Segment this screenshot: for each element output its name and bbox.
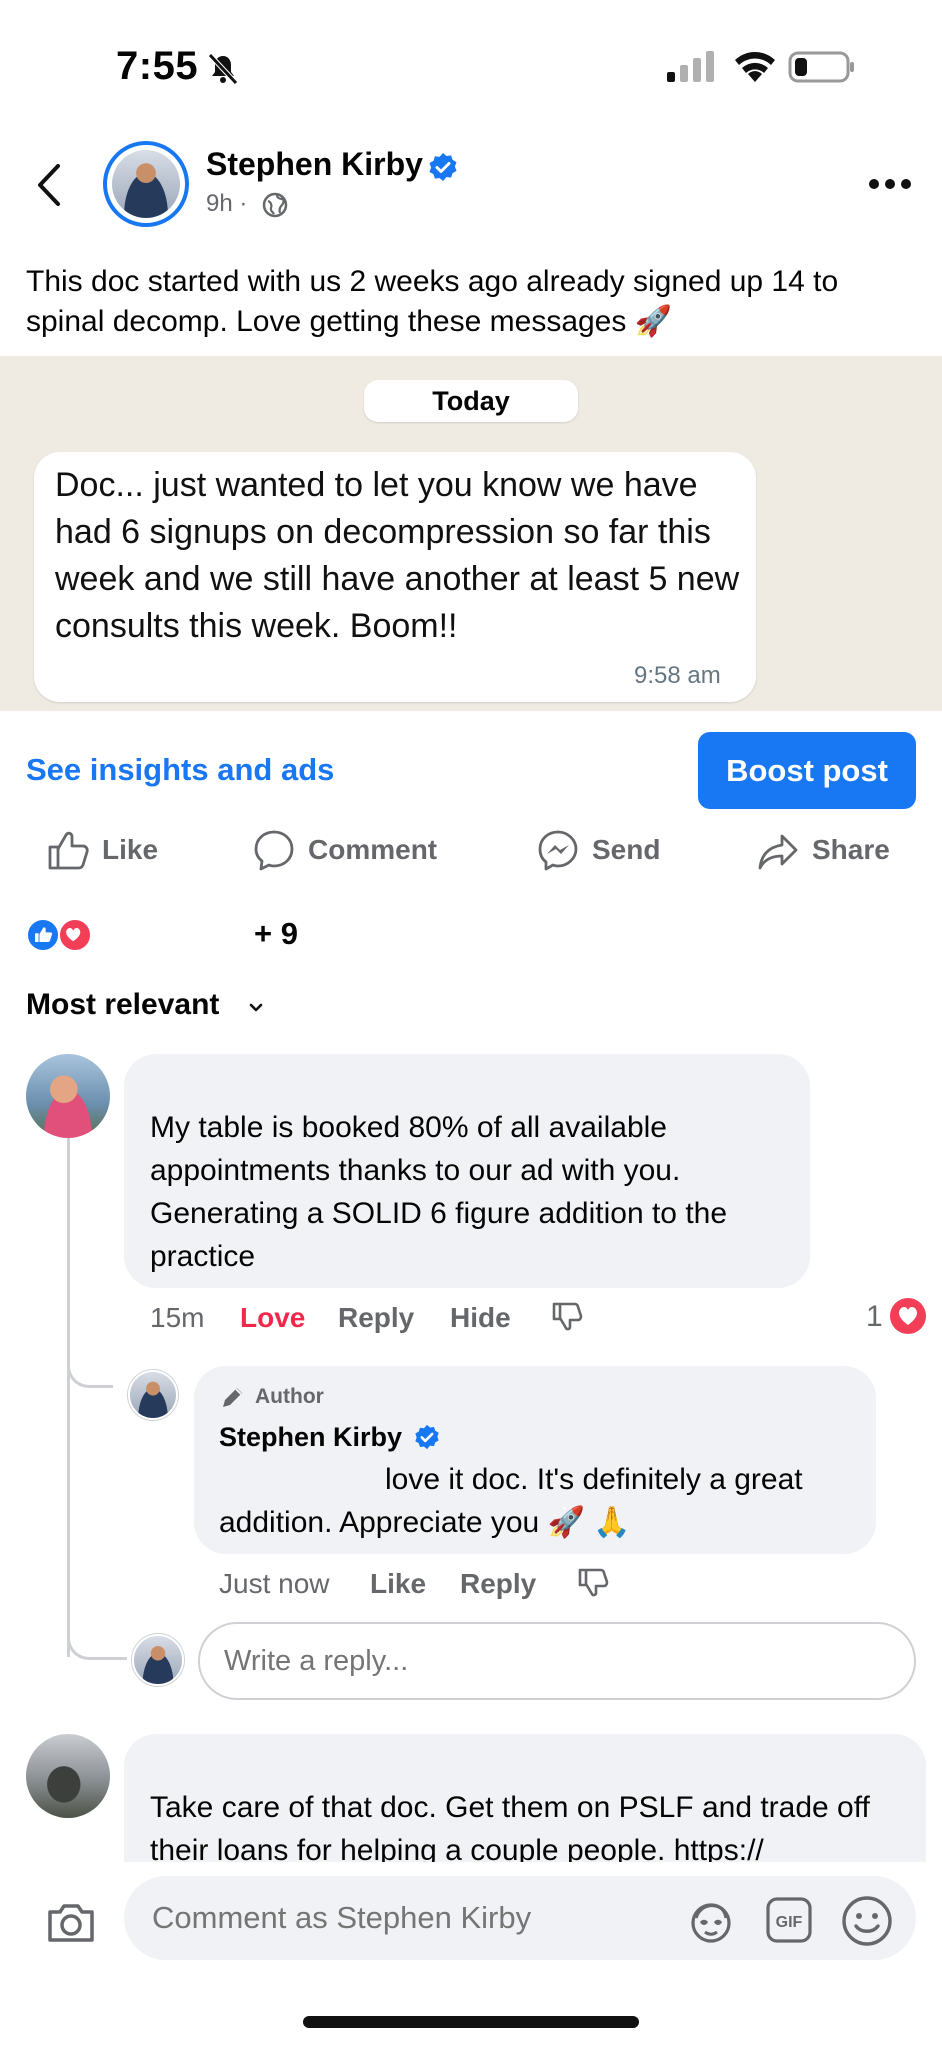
reaction-count[interactable]: + 9 (254, 916, 298, 952)
current-user-avatar (132, 1634, 184, 1686)
like-reaction-icon[interactable] (26, 918, 60, 952)
send-label: Send (592, 834, 661, 865)
cell-signal-icon (667, 51, 714, 82)
share-button[interactable]: Share (756, 828, 890, 872)
author-avatar[interactable] (103, 141, 189, 227)
home-indicator[interactable] (303, 2016, 639, 2028)
comment-label: Comment (308, 834, 438, 865)
reply-text: love it doc. It's definitely a great add… (219, 1463, 803, 1539)
battery-icon (788, 51, 854, 83)
camera-icon[interactable] (42, 1894, 100, 1952)
thread-branch (67, 1340, 113, 1388)
comment-love-button[interactable]: Love (240, 1302, 305, 1334)
reply-time: Just now (219, 1568, 330, 1599)
thumbs-up-icon (48, 831, 89, 870)
like-label: Like (102, 834, 159, 865)
avatar-sticker-icon[interactable] (686, 1896, 736, 1946)
verified-badge-icon (415, 1424, 439, 1450)
wifi-icon (735, 52, 775, 82)
post-caption: This doc started with us 2 weeks ago alr… (26, 265, 839, 338)
dislike-icon[interactable] (574, 1564, 610, 1600)
back-arrow-icon[interactable] (30, 160, 70, 210)
comment-button[interactable]: Comment (252, 828, 437, 872)
post-timestamp: 9h · (206, 190, 248, 217)
love-reaction-icon[interactable] (58, 918, 92, 952)
messenger-icon (538, 830, 578, 871)
reply-reply-button[interactable]: Reply (460, 1568, 536, 1600)
thread-branch (67, 1612, 127, 1660)
author-reply-avatar[interactable] (128, 1370, 178, 1420)
comment-bubble-icon (254, 830, 294, 871)
send-button[interactable]: Send (536, 828, 660, 872)
commenter-avatar[interactable] (26, 1734, 110, 1818)
pencil-icon (223, 1388, 242, 1407)
verified-badge-icon (429, 153, 457, 181)
bell-muted-icon (208, 53, 238, 85)
gif-icon[interactable]: GIF (765, 1896, 813, 1944)
comment-hide-button[interactable]: Hide (450, 1302, 511, 1334)
emoji-icon[interactable] (840, 1894, 894, 1948)
commenter-avatar[interactable] (26, 1054, 110, 1138)
share-arrow-icon (758, 834, 798, 870)
boost-post-button[interactable]: Boost post (698, 732, 916, 809)
chat-message-text: Doc... just wanted to let you know we ha… (55, 466, 740, 645)
sort-dropdown[interactable]: Most relevant (26, 988, 219, 1022)
gif-label: GIF (776, 1914, 803, 1931)
post-author-name[interactable]: Stephen Kirby (206, 146, 423, 183)
share-label: Share (812, 834, 890, 865)
globe-icon (262, 192, 288, 218)
comment-reply-button[interactable]: Reply (338, 1302, 414, 1334)
thread-connector (67, 1137, 70, 1657)
like-button[interactable]: Like (46, 828, 158, 872)
status-time: 7:55 (116, 44, 199, 88)
date-pill: Today (364, 380, 578, 422)
see-insights-link[interactable]: See insights and ads (26, 752, 334, 788)
reply-author-name[interactable]: Stephen Kirby (219, 1422, 402, 1453)
comment-reaction-count: 1 (866, 1300, 883, 1333)
comment-text: Take care of that doc. Get them on PSLF … (150, 1791, 870, 1867)
comment-time: 15m (150, 1302, 205, 1333)
dislike-icon[interactable] (548, 1298, 584, 1334)
more-options-icon[interactable] (868, 178, 912, 190)
reply-like-button[interactable]: Like (370, 1568, 426, 1600)
write-reply-input[interactable] (198, 1622, 916, 1700)
author-badge: Author (255, 1385, 324, 1408)
chevron-down-icon[interactable] (246, 998, 266, 1018)
chat-message-time: 9:58 am (634, 662, 721, 689)
heart-reaction-icon[interactable] (890, 1298, 926, 1334)
comment-text: My table is booked 80% of all available … (150, 1111, 728, 1273)
